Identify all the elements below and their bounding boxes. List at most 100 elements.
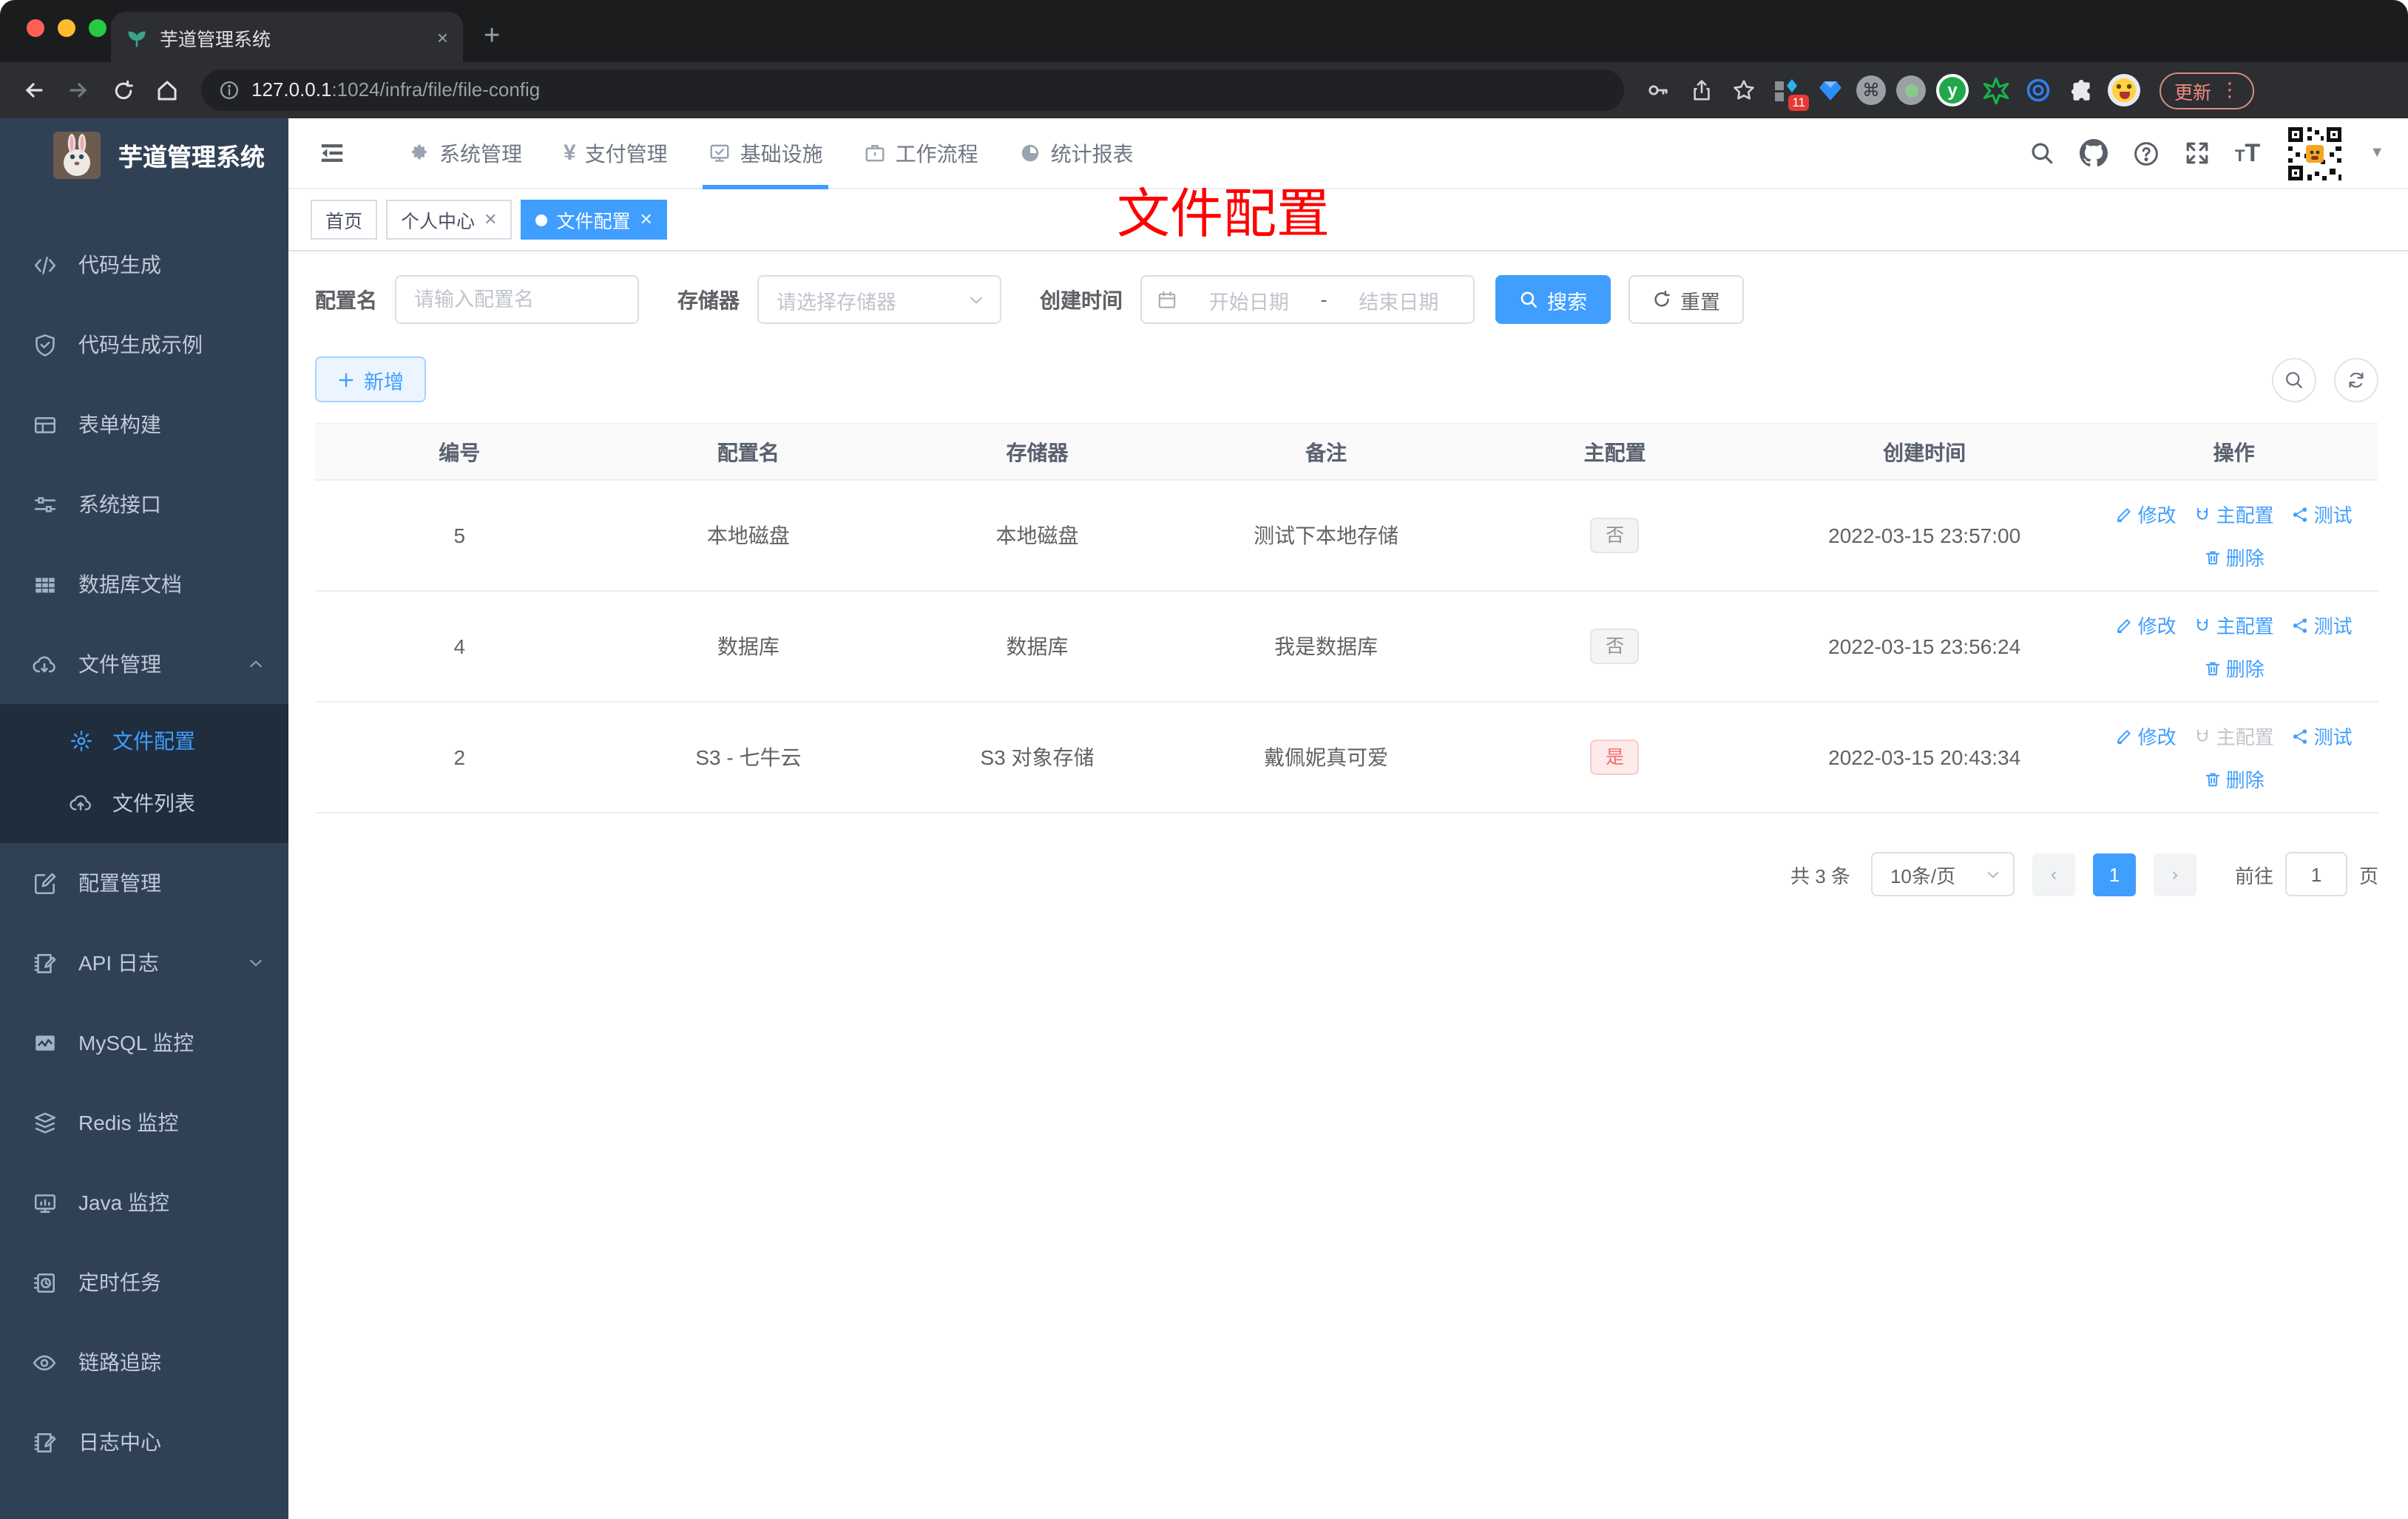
sidebar-logo[interactable]: 芋道管理系统 xyxy=(0,118,288,192)
prev-page-button[interactable]: ‹ xyxy=(2032,853,2075,896)
delete-action[interactable]: 删除 xyxy=(2204,654,2265,682)
sidebar-item-job[interactable]: 定时任务 xyxy=(0,1242,288,1322)
edit-action[interactable]: 修改 xyxy=(2116,722,2177,750)
cell-name: 本地磁盘 xyxy=(706,524,790,547)
topnav-infra[interactable]: 基础设施 xyxy=(689,118,844,189)
browser-update-menu[interactable]: 更新 ⋮ xyxy=(2160,72,2255,109)
delete-action[interactable]: 删除 xyxy=(2204,765,2265,793)
sidebar: 芋道管理系统 代码生成 代码生成示例 表单构建 系统接口 数据库文档 文件管理 … xyxy=(0,118,288,1519)
browser-tab[interactable]: 芋道管理系统 × xyxy=(111,12,463,62)
page-tab-file-config[interactable]: 文件配置 ✕ xyxy=(521,200,668,240)
storage-select[interactable]: 请选择存储器 xyxy=(757,275,1001,324)
ext-emoji-icon[interactable] xyxy=(2108,74,2140,106)
test-action[interactable]: 测试 xyxy=(2292,500,2353,528)
topnav-workflow[interactable]: 工作流程 xyxy=(844,118,999,189)
test-action[interactable]: 测试 xyxy=(2292,722,2353,750)
collapse-sidebar-icon[interactable] xyxy=(318,139,346,167)
page-tab-profile[interactable]: 个人中心 ✕ xyxy=(386,200,513,240)
close-window-button[interactable] xyxy=(27,19,44,37)
sidebar-item-file-list[interactable]: 文件列表 xyxy=(0,772,288,834)
ext-star-icon[interactable] xyxy=(1979,74,2012,106)
gear-icon xyxy=(68,729,93,753)
search-button-label: 搜索 xyxy=(1547,291,1587,313)
font-size-icon[interactable]: TT xyxy=(2235,138,2260,168)
sidebar-item-config-manage[interactable]: 配置管理 xyxy=(0,843,288,923)
sidebar-item-java-monitor[interactable]: Java 监控 xyxy=(0,1163,288,1242)
topnav-system[interactable]: 系统管理 xyxy=(388,118,543,189)
sidebar-item-mysql-monitor[interactable]: MySQL 监控 xyxy=(0,1003,288,1083)
password-key-icon[interactable] xyxy=(1642,74,1674,106)
user-caret-icon[interactable]: ▼ xyxy=(2370,145,2384,161)
delete-action[interactable]: 删除 xyxy=(2204,543,2265,571)
tab-close-icon[interactable]: ✕ xyxy=(640,210,653,229)
ext-eye-icon[interactable] xyxy=(2022,74,2054,106)
sidebar-item-form-builder[interactable]: 表单构建 xyxy=(0,385,288,464)
next-page-button[interactable]: › xyxy=(2153,853,2196,896)
sidebar-item-file-config[interactable]: 文件配置 xyxy=(0,710,288,772)
sidebar-item-redis-monitor[interactable]: Redis 监控 xyxy=(0,1083,288,1163)
goto-prefix: 前往 xyxy=(2234,865,2273,887)
topnav-pay[interactable]: ¥ 支付管理 xyxy=(543,118,689,189)
bookmark-star-icon[interactable] xyxy=(1728,74,1760,106)
sidebar-item-code-demo[interactable]: 代码生成示例 xyxy=(0,305,288,385)
sidebar-item-api-log[interactable]: API 日志 xyxy=(0,923,288,1003)
user-avatar-qr[interactable] xyxy=(2285,124,2345,183)
add-button[interactable]: 新增 xyxy=(315,356,426,402)
form-icon xyxy=(31,412,58,437)
home-icon[interactable] xyxy=(148,71,186,109)
forward-icon[interactable] xyxy=(59,71,98,109)
edit-action[interactable]: 修改 xyxy=(2116,611,2177,639)
sidebar-item-db-doc[interactable]: 数据库文档 xyxy=(0,544,288,624)
ext-grey-dot-icon[interactable] xyxy=(1896,75,1926,105)
goto-page-input[interactable] xyxy=(2284,852,2347,896)
page-size-select[interactable]: 10条/页 xyxy=(1870,852,2015,896)
test-action[interactable]: 测试 xyxy=(2292,611,2353,639)
sidebar-item-system-api[interactable]: 系统接口 xyxy=(0,464,288,544)
col-header-master: 主配置 xyxy=(1583,440,1646,464)
github-icon[interactable] xyxy=(2079,139,2108,167)
ext-command-icon[interactable]: ⌘ xyxy=(1856,75,1886,105)
tab-close-icon[interactable]: × xyxy=(437,26,448,48)
date-range-input[interactable]: 开始日期 - 结束日期 xyxy=(1140,275,1475,324)
sidebar-item-code-gen[interactable]: 代码生成 xyxy=(0,225,288,305)
sidebar-item-file-manage[interactable]: 文件管理 xyxy=(0,624,288,704)
table-tools xyxy=(2272,357,2378,402)
reload-icon[interactable] xyxy=(104,71,142,109)
ext-y-icon[interactable]: y xyxy=(1936,74,1969,106)
edit-action-label: 修改 xyxy=(2137,726,2177,748)
site-info-icon[interactable] xyxy=(219,80,240,101)
master-action[interactable]: 主配置 xyxy=(2194,611,2274,639)
pagination-total: 共 3 条 xyxy=(1790,865,1850,887)
new-tab-button[interactable]: + xyxy=(484,21,500,53)
reset-button[interactable]: 重置 xyxy=(1629,275,1744,324)
test-action-label: 测试 xyxy=(2313,615,2353,637)
cell-id: 4 xyxy=(453,635,466,658)
sidebar-item-tracer[interactable]: 链路追踪 xyxy=(0,1322,288,1402)
header-search-icon[interactable] xyxy=(2029,141,2054,166)
help-icon[interactable] xyxy=(2133,140,2160,166)
extensions-puzzle-icon[interactable] xyxy=(2065,74,2097,106)
minimize-window-button[interactable] xyxy=(58,19,75,37)
sidebar-item-log-center[interactable]: 日志中心 xyxy=(0,1402,288,1482)
mysql-monitor-icon xyxy=(31,1030,58,1055)
fullscreen-icon[interactable] xyxy=(2185,141,2210,166)
edit-action[interactable]: 修改 xyxy=(2116,500,2177,528)
ext-sheets-icon[interactable]: 11 xyxy=(1771,74,1809,111)
page-tab-home[interactable]: 首页 xyxy=(311,200,378,240)
topnav-report[interactable]: 统计报表 xyxy=(999,118,1154,189)
share-icon[interactable] xyxy=(1685,74,1717,106)
table-search-toggle-icon[interactable] xyxy=(2272,357,2316,402)
briefcase-icon xyxy=(865,142,887,164)
ext-gem-icon[interactable] xyxy=(1813,74,1846,106)
tab-close-icon[interactable]: ✕ xyxy=(484,210,497,229)
table-refresh-icon[interactable] xyxy=(2334,357,2378,402)
sliders-icon xyxy=(31,492,58,517)
page-number-1[interactable]: 1 xyxy=(2092,853,2136,896)
master-action[interactable]: 主配置 xyxy=(2194,500,2274,528)
config-name-input[interactable] xyxy=(414,288,620,311)
url-bar[interactable]: 127.0.0.1:1024/infra/file/file-config xyxy=(201,70,1624,111)
zoom-window-button[interactable] xyxy=(89,19,106,37)
search-button[interactable]: 搜索 xyxy=(1495,275,1611,324)
edit-square-icon xyxy=(31,870,58,896)
back-icon[interactable] xyxy=(15,71,53,109)
